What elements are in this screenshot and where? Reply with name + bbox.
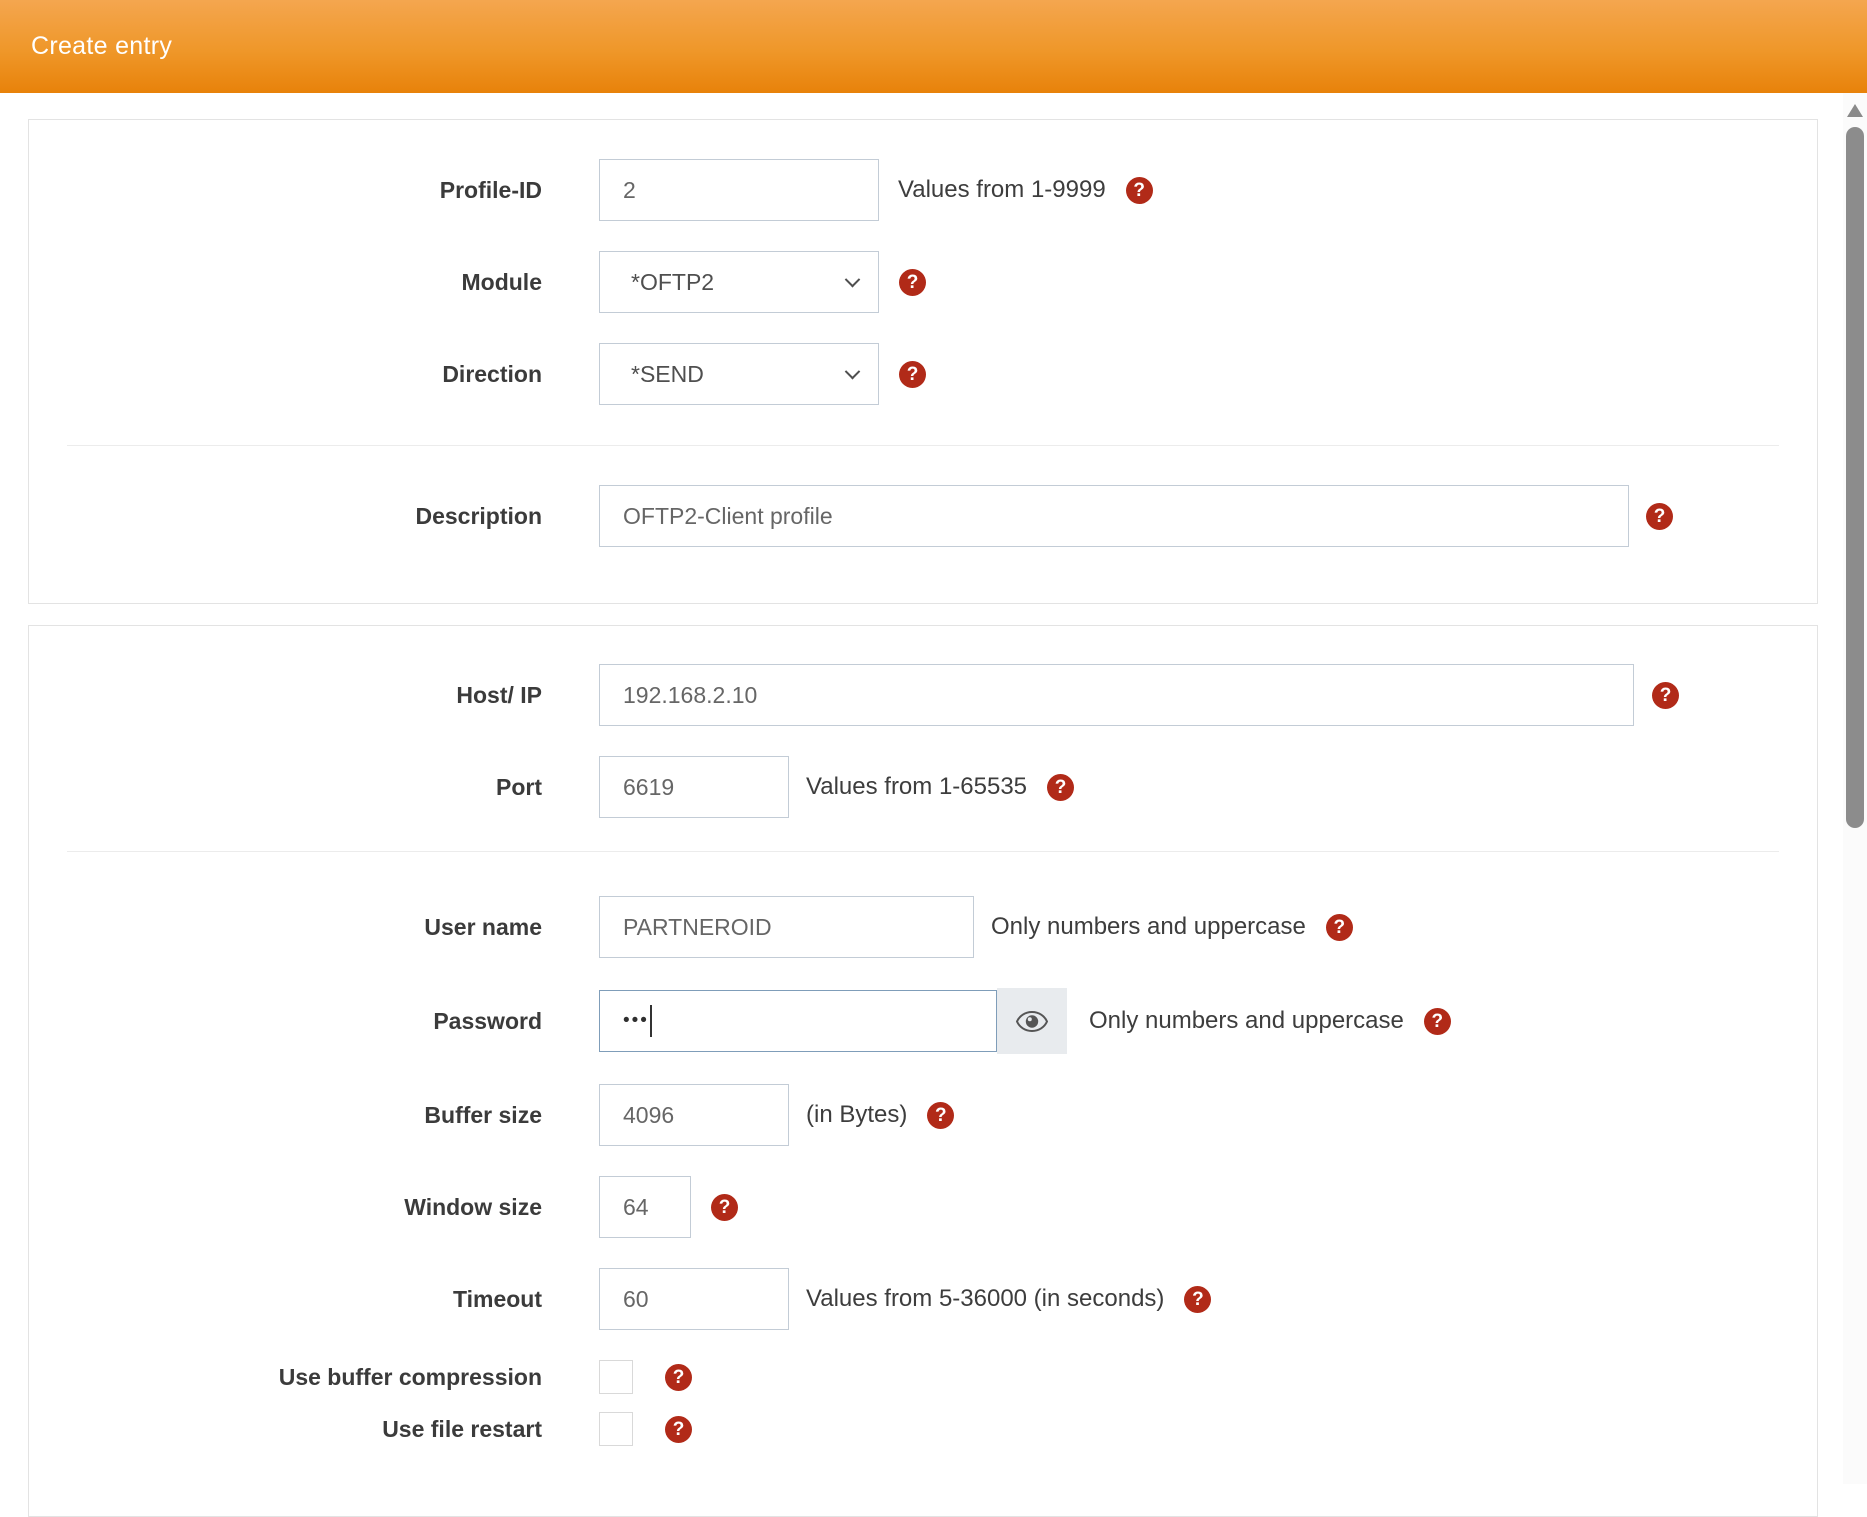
password-hint: Only numbers and uppercase: [1089, 1007, 1404, 1035]
host-label: Host/ IP: [29, 682, 599, 709]
direction-help-icon[interactable]: ?: [899, 361, 926, 388]
use-buffer-compression-label: Use buffer compression: [29, 1364, 599, 1391]
window-size-input[interactable]: [599, 1176, 691, 1238]
field-row-buffer-size: Buffer size (in Bytes) ?: [29, 1084, 1817, 1146]
window-size-label: Window size: [29, 1194, 599, 1221]
scroll-up-icon[interactable]: [1847, 104, 1863, 117]
field-row-port: Port Values from 1-65535 ?: [29, 756, 1817, 818]
buffer-size-label: Buffer size: [29, 1102, 599, 1129]
timeout-label: Timeout: [29, 1286, 599, 1313]
field-row-use-buffer-compression: Use buffer compression ?: [29, 1360, 1817, 1394]
password-help-icon[interactable]: ?: [1424, 1008, 1451, 1035]
field-row-host: Host/ IP ?: [29, 664, 1817, 726]
scrollbar-track[interactable]: [1843, 93, 1867, 1484]
host-input[interactable]: [599, 664, 1634, 726]
use-buffer-compression-checkbox[interactable]: [599, 1360, 633, 1394]
field-row-password: Password ••• Only numbers and uppercase …: [29, 988, 1817, 1054]
profile-id-input[interactable]: [599, 159, 879, 221]
use-file-restart-checkbox[interactable]: [599, 1412, 633, 1446]
text-caret: [650, 1005, 652, 1037]
use-buffer-compression-help-icon[interactable]: ?: [665, 1364, 692, 1391]
page-title: Create entry: [31, 32, 172, 61]
profile-id-help-icon[interactable]: ?: [1126, 177, 1153, 204]
window-size-help-icon[interactable]: ?: [711, 1194, 738, 1221]
buffer-size-input[interactable]: [599, 1084, 789, 1146]
user-name-help-icon[interactable]: ?: [1326, 914, 1353, 941]
module-select-value: *OFTP2: [631, 269, 714, 296]
timeout-input[interactable]: [599, 1268, 789, 1330]
chevron-down-icon: [845, 271, 861, 287]
user-name-hint: Only numbers and uppercase: [991, 913, 1306, 941]
card-connection: Host/ IP ? Port Values from 1-65535 ? Us…: [28, 625, 1818, 1517]
buffer-size-help-icon[interactable]: ?: [927, 1102, 954, 1129]
section-divider: [67, 445, 1779, 446]
port-hint: Values from 1-65535: [806, 773, 1027, 801]
scrollbar-thumb[interactable]: [1846, 127, 1864, 828]
field-row-window-size: Window size ?: [29, 1176, 1817, 1238]
description-input[interactable]: [599, 485, 1629, 547]
port-help-icon[interactable]: ?: [1047, 774, 1074, 801]
eye-icon: [1016, 1011, 1048, 1032]
direction-select-value: *SEND: [631, 361, 704, 388]
module-label: Module: [29, 269, 599, 296]
field-row-use-file-restart: Use file restart ?: [29, 1412, 1817, 1446]
field-row-module: Module *OFTP2 ?: [29, 251, 1817, 313]
port-label: Port: [29, 774, 599, 801]
use-file-restart-help-icon[interactable]: ?: [665, 1416, 692, 1443]
timeout-help-icon[interactable]: ?: [1184, 1286, 1211, 1313]
card-general: Profile-ID Values from 1-9999 ? Module *…: [28, 119, 1818, 604]
user-name-input[interactable]: [599, 896, 974, 958]
page-header: Create entry: [0, 0, 1867, 93]
section-divider: [67, 851, 1779, 852]
field-row-profile-id: Profile-ID Values from 1-9999 ?: [29, 159, 1817, 221]
toggle-password-visibility-button[interactable]: [997, 988, 1067, 1054]
buffer-size-hint: (in Bytes): [806, 1101, 907, 1129]
user-name-label: User name: [29, 914, 599, 941]
module-help-icon[interactable]: ?: [899, 269, 926, 296]
password-input[interactable]: •••: [599, 990, 997, 1052]
chevron-down-icon: [845, 363, 861, 379]
description-help-icon[interactable]: ?: [1646, 503, 1673, 530]
description-label: Description: [29, 503, 599, 530]
profile-id-label: Profile-ID: [29, 177, 599, 204]
direction-label: Direction: [29, 361, 599, 388]
field-row-description: Description ?: [29, 485, 1817, 547]
password-label: Password: [29, 1008, 599, 1035]
field-row-user-name: User name Only numbers and uppercase ?: [29, 896, 1817, 958]
password-masked-value: •••: [623, 1010, 649, 1032]
host-help-icon[interactable]: ?: [1652, 682, 1679, 709]
profile-id-hint: Values from 1-9999: [898, 176, 1106, 204]
direction-select[interactable]: *SEND: [599, 343, 879, 405]
port-input[interactable]: [599, 756, 789, 818]
form-area: Profile-ID Values from 1-9999 ? Module *…: [28, 119, 1818, 1517]
field-row-direction: Direction *SEND ?: [29, 343, 1817, 405]
field-row-timeout: Timeout Values from 5-36000 (in seconds)…: [29, 1268, 1817, 1330]
timeout-hint: Values from 5-36000 (in seconds): [806, 1285, 1164, 1313]
module-select[interactable]: *OFTP2: [599, 251, 879, 313]
use-file-restart-label: Use file restart: [29, 1416, 599, 1443]
